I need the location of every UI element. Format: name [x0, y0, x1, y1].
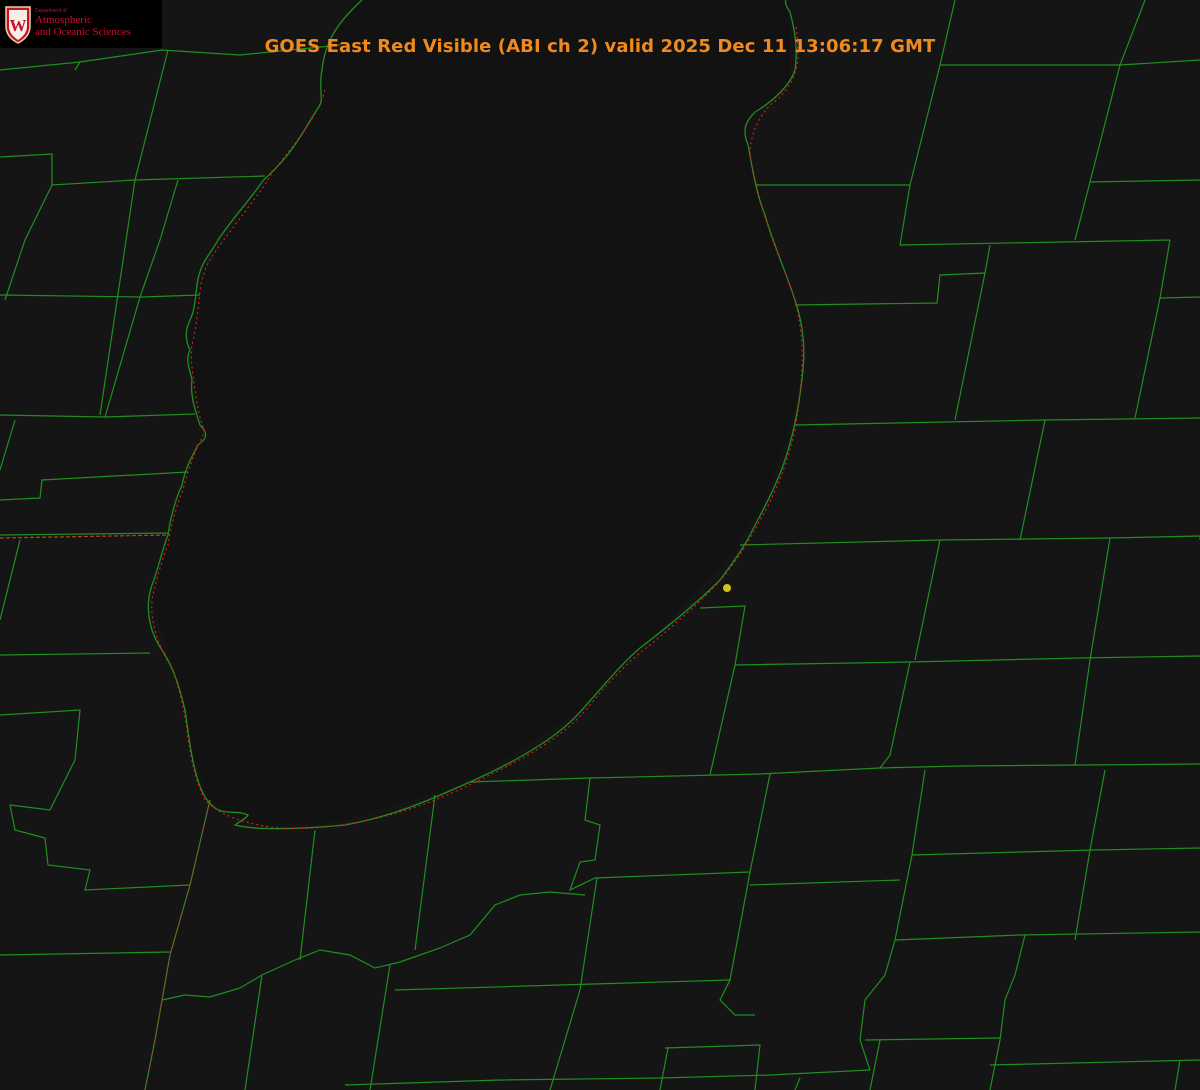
satellite-image: W Department of Atmospheric and Oceanic …	[0, 0, 1200, 1090]
image-title: GOES East Red Visible (ABI ch 2) valid 2…	[264, 36, 936, 57]
svg-text:W: W	[10, 16, 27, 35]
state-boundary	[0, 534, 169, 539]
state-boundary-south	[144, 799, 211, 1090]
lake-surface	[152, 0, 805, 825]
logo-line-atmospheric: Atmospheric	[35, 14, 92, 26]
map-overlay	[0, 0, 1200, 1090]
location-marker	[723, 584, 731, 592]
